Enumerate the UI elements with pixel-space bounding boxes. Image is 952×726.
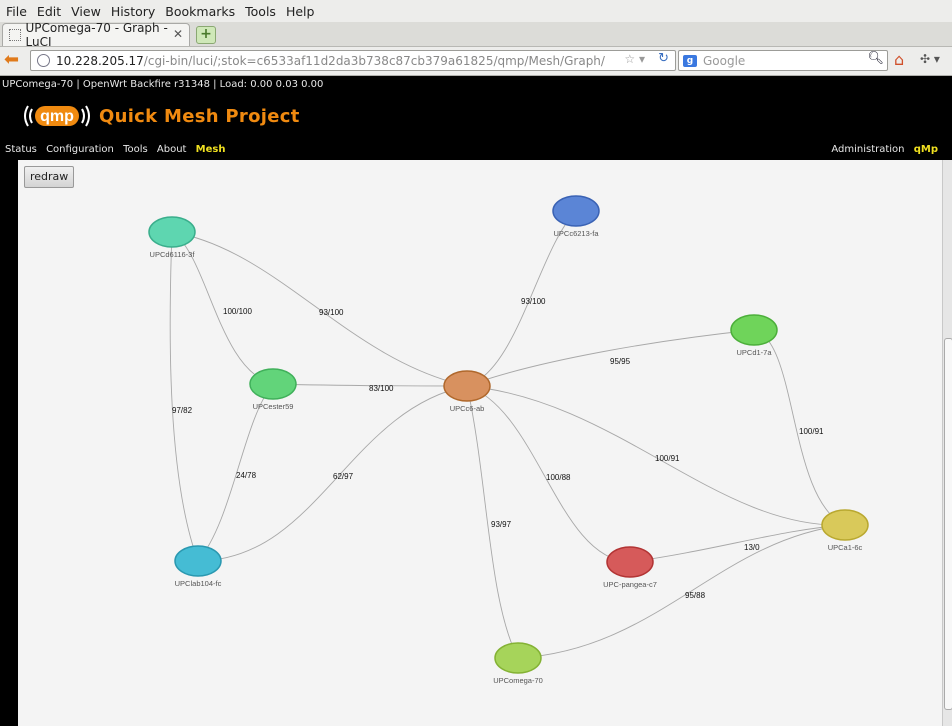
graph-edge [169, 231, 199, 562]
nav-configuration[interactable]: Configuration [46, 144, 114, 155]
nav-tools[interactable]: Tools [123, 144, 148, 155]
navigation-toolbar: ⬅ 10.228.205.17/cgi-bin/luci/;stok=c6533… [0, 47, 952, 76]
edge-quality-label: 100/91 [655, 454, 680, 463]
edge-quality-label: 13/0 [744, 543, 760, 552]
menu-edit[interactable]: Edit [37, 4, 61, 19]
edge-quality-label: 93/100 [319, 308, 344, 317]
search-icon[interactable]: 🔍︎ [867, 51, 884, 66]
graph-node-label: UPC-pangea-c7 [603, 580, 657, 589]
mesh-graph: 100/100 93/100 97/82 93/100 83/100 24/78 62/97… [148, 195, 869, 685]
edge-quality-label: 100/91 [799, 427, 824, 436]
edge-quality-label: 62/97 [333, 472, 354, 481]
nav-about[interactable]: About [157, 144, 187, 155]
edge-quality-label: 95/88 [685, 591, 706, 600]
page-scrollbar[interactable] [942, 160, 952, 726]
back-arrow-icon[interactable]: ⬅ [4, 51, 19, 69]
new-tab-button[interactable]: + [196, 26, 216, 44]
edge-quality-label: 93/97 [491, 520, 512, 529]
graph-node[interactable] [174, 545, 222, 577]
graph-node[interactable] [730, 314, 778, 346]
page-favicon-icon [9, 29, 21, 41]
tab-title: UPComega-70 - Graph - LuCI [25, 21, 168, 49]
url-path: /cgi-bin/luci/;stok=c6533af11d2da3b738c8… [143, 53, 605, 68]
graph-node[interactable] [148, 216, 196, 248]
edge-quality-label: 97/82 [172, 406, 193, 415]
reload-icon[interactable]: ↻ [658, 51, 669, 66]
graph-edge [517, 524, 846, 659]
graph-node[interactable] [606, 546, 654, 578]
home-icon[interactable]: ⌂ [894, 50, 904, 69]
graph-node-label: UPCa1-6c [828, 543, 863, 552]
url-bar[interactable]: 10.228.205.17/cgi-bin/luci/;stok=c6533af… [30, 50, 676, 71]
graph-node-label: UPCd1-7a [736, 348, 772, 357]
right-nav: Administration qMp [831, 144, 938, 155]
main-nav: Status Configuration Tools About Mesh [5, 144, 231, 155]
edge-quality-label: 100/100 [223, 307, 252, 316]
search-input[interactable]: g Google 🔍︎ [678, 50, 888, 71]
graph-node[interactable] [821, 509, 869, 541]
menu-file[interactable]: File [6, 4, 27, 19]
browser-menubar: File Edit View History Bookmarks Tools H… [0, 0, 952, 22]
graph-node-label: UPCd6116-3f [150, 250, 196, 259]
graph-node[interactable] [494, 642, 542, 674]
nav-administration[interactable]: Administration [831, 144, 904, 155]
graph-node[interactable] [443, 370, 491, 402]
graph-node-label: UPCester59 [253, 402, 294, 411]
menu-bookmarks[interactable]: Bookmarks [165, 4, 235, 19]
browser-tab[interactable]: UPComega-70 - Graph - LuCI ✕ [2, 21, 190, 49]
scrollbar-thumb[interactable] [944, 338, 952, 710]
nav-qmp[interactable]: qMp [914, 144, 938, 155]
edge-quality-label: 24/78 [236, 471, 257, 480]
menu-history[interactable]: History [111, 4, 155, 19]
graph-node-label: UPCc6213-fa [553, 229, 599, 238]
graph-node-label: UPComega-70 [493, 676, 543, 685]
graph-node-label: UPCc6-ab [450, 404, 485, 413]
nav-mesh[interactable]: Mesh [196, 144, 226, 155]
svg-text:qmp: qmp [40, 108, 74, 125]
graph-edge [629, 524, 846, 563]
graph-node[interactable] [249, 368, 297, 400]
search-engine-icon[interactable]: g [683, 54, 697, 67]
graph-node-label: UPClab104-fc [175, 579, 222, 588]
router-status-line: UPComega-70 | OpenWrt Backfire r31348 | … [2, 79, 324, 90]
edge-quality-label: 83/100 [369, 384, 394, 393]
site-identity-icon[interactable] [37, 54, 50, 67]
addons-icon[interactable]: ✣ ▾ [920, 52, 940, 66]
qmp-logo-icon: qmp [24, 105, 90, 127]
url-host: 10.228.205.17 [56, 53, 144, 68]
close-tab-icon[interactable]: ✕ [173, 27, 183, 41]
tab-bar: UPComega-70 - Graph - LuCI ✕ + [0, 21, 952, 49]
menu-help[interactable]: Help [286, 4, 315, 19]
luci-page: UPComega-70 | OpenWrt Backfire r31348 | … [0, 76, 952, 726]
graph-panel: redraw 100/100 93/100 97/82 93/100 83/100 24/… [18, 160, 942, 726]
edge-quality-label: 95/95 [610, 357, 631, 366]
menu-tools[interactable]: Tools [245, 4, 276, 19]
edge-quality-label: 100/88 [546, 473, 571, 482]
graph-node[interactable] [552, 195, 600, 227]
edge-quality-label: 93/100 [521, 297, 546, 306]
menu-view[interactable]: View [71, 4, 101, 19]
bookmark-star-icon[interactable]: ☆ ▾ [624, 52, 645, 66]
brand-title: Quick Mesh Project [99, 106, 300, 127]
nav-status[interactable]: Status [5, 144, 37, 155]
search-placeholder: Google [703, 53, 746, 68]
